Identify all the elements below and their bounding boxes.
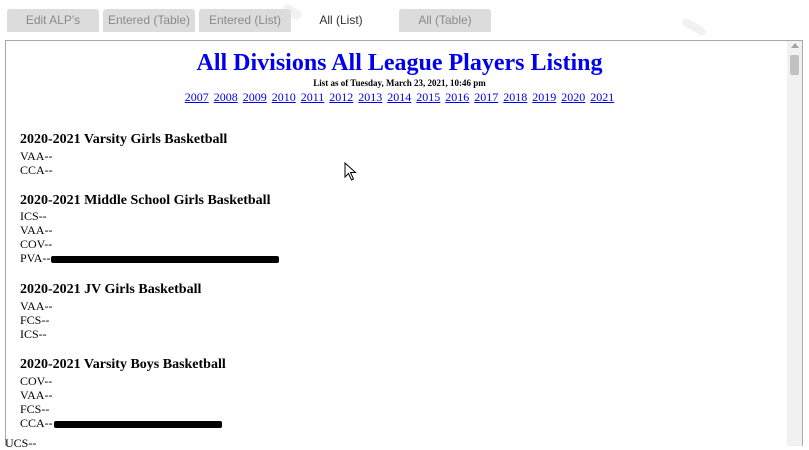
year-link-2017[interactable]: 2017	[474, 90, 498, 104]
team-row: CCA--	[20, 416, 222, 430]
team-row: CCA--	[20, 163, 53, 177]
year-link-2018[interactable]: 2018	[503, 90, 527, 104]
redacted-names	[53, 420, 222, 428]
team-row: VAA--	[20, 388, 53, 402]
tab-entered-list[interactable]: Entered (List)	[199, 9, 291, 32]
as-of-timestamp: List as of Tuesday, March 23, 2021, 10:4…	[313, 78, 486, 88]
team-code: CCA--	[20, 416, 53, 430]
page-title: All Divisions All League Players Listing	[196, 50, 603, 76]
year-link-2012[interactable]: 2012	[329, 90, 353, 104]
year-link-2009[interactable]: 2009	[243, 90, 267, 104]
team-code: PVA--	[20, 251, 51, 265]
tab-entered-table[interactable]: Entered (Table)	[103, 9, 195, 32]
year-link-2020[interactable]: 2020	[561, 90, 585, 104]
team-row: ICS--	[20, 209, 47, 223]
year-link-2013[interactable]: 2013	[358, 90, 382, 104]
team-row: FCS--	[20, 402, 50, 416]
year-link-2008[interactable]: 2008	[214, 90, 238, 104]
year-links: 2007 2008 2009 2010 2011 2012 2013 2014 …	[6, 90, 793, 104]
team-row: VAA--	[20, 149, 53, 163]
team-row: VAA--	[20, 299, 53, 313]
team-row: VAA--	[20, 223, 53, 237]
tab-all-table[interactable]: All (Table)	[399, 9, 491, 32]
year-link-2007[interactable]: 2007	[185, 90, 209, 104]
section-heading: 2020-2021 Middle School Girls Basketball	[20, 193, 271, 208]
year-link-2021[interactable]: 2021	[590, 90, 614, 104]
year-link-2015[interactable]: 2015	[416, 90, 440, 104]
vertical-scrollbar[interactable]	[787, 41, 802, 446]
partial-team-row: UCS--	[5, 436, 37, 450]
team-row: ICS--	[20, 327, 47, 341]
section-heading: 2020-2021 Varsity Boys Basketball	[20, 357, 226, 372]
team-row: FCS--	[20, 313, 50, 327]
section-heading: 2020-2021 Varsity Girls Basketball	[20, 132, 228, 147]
year-link-2019[interactable]: 2019	[532, 90, 556, 104]
section-heading: 2020-2021 JV Girls Basketball	[20, 282, 202, 297]
redacted-names	[51, 255, 280, 263]
listing-frame: All Divisions All League Players Listing…	[5, 40, 803, 446]
team-row: COV--	[20, 237, 53, 251]
tab-bar: Edit ALP's Entered (Table) Entered (List…	[7, 9, 495, 32]
year-link-2014[interactable]: 2014	[387, 90, 411, 104]
mouse-pointer-icon	[344, 162, 357, 181]
year-link-2011[interactable]: 2011	[301, 90, 325, 104]
tab-all-list[interactable]: All (List)	[295, 9, 387, 32]
year-link-2016[interactable]: 2016	[445, 90, 469, 104]
team-row: PVA--	[20, 251, 280, 265]
scroll-up-arrow-icon[interactable]	[791, 43, 799, 48]
tab-edit-alps[interactable]: Edit ALP's	[7, 9, 99, 32]
watermark-mark	[680, 17, 708, 37]
scrollbar-thumb[interactable]	[790, 55, 799, 75]
team-row: COV--	[20, 374, 53, 388]
year-link-2010[interactable]: 2010	[272, 90, 296, 104]
